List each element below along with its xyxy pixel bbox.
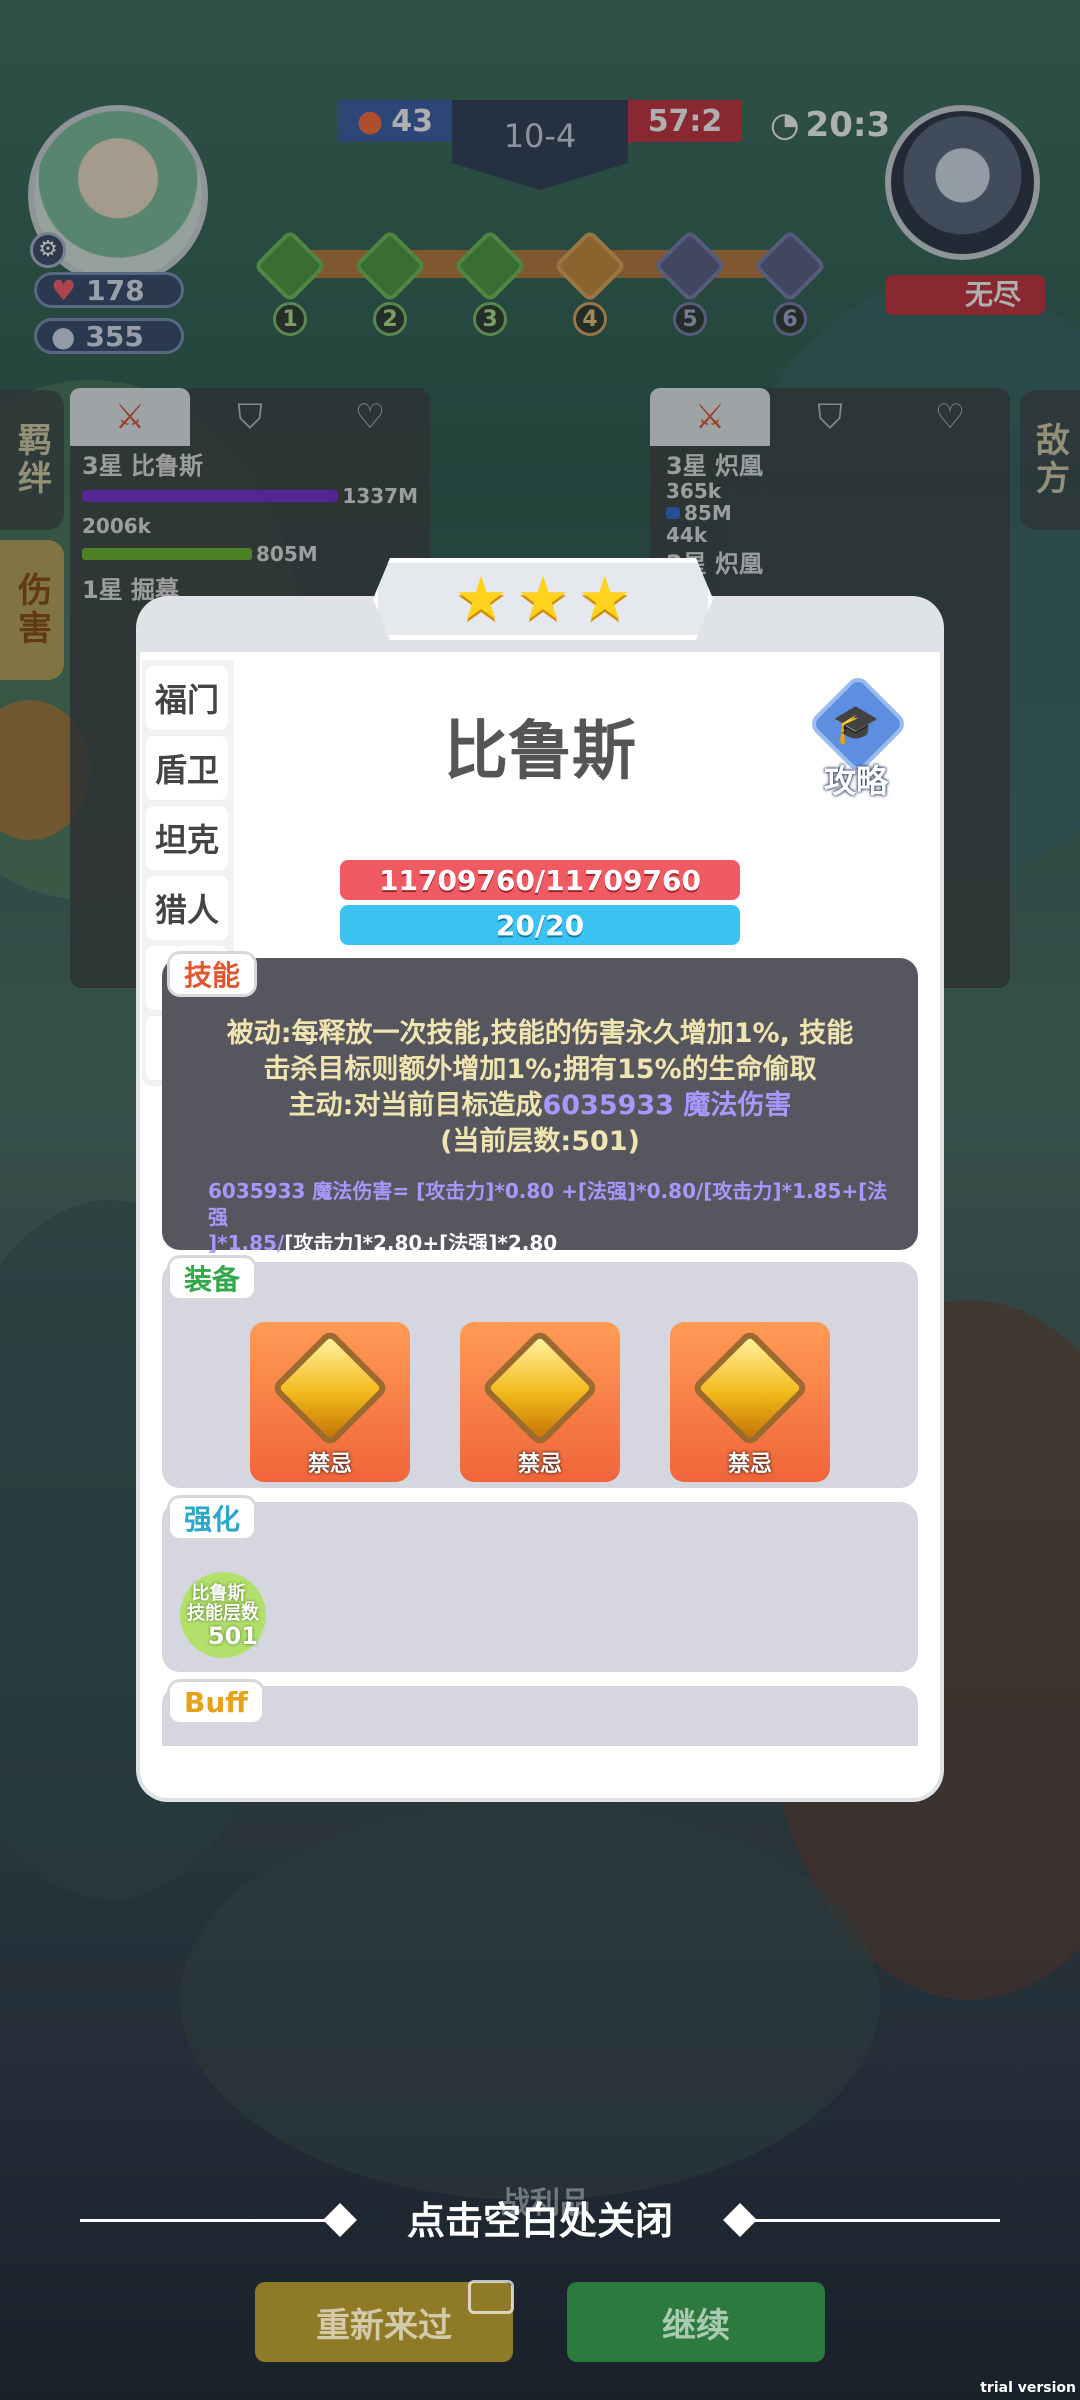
menu-item-dunwei[interactable]: 盾卫 — [146, 736, 228, 800]
badge-line: 比鲁斯_ — [191, 1583, 255, 1604]
restart-label: 重新来过 — [316, 2305, 452, 2346]
skill-damage-highlight: 6035933 魔法伤害 — [542, 1090, 792, 1121]
formula-part: [攻击力]*2.80+[法强]*2.80 — [284, 1231, 558, 1255]
equipment-name: 禁忌 — [727, 1452, 772, 1477]
hero-name: 比鲁斯 — [444, 715, 636, 789]
guide-label: 攻略 — [823, 762, 888, 800]
buff-section: Buff — [162, 1682, 918, 1746]
star-icon: ★ — [577, 564, 632, 634]
badge-line: 技能层数 — [187, 1603, 259, 1624]
formula-line: 6035933 魔法伤害= [攻击力]*0.80 +[法强]*0.80/[攻击力… — [208, 1179, 888, 1229]
equipment-slot[interactable]: 禁忌 — [460, 1322, 620, 1482]
gem-icon — [270, 1328, 390, 1448]
equipment-name: 禁忌 — [307, 1452, 352, 1477]
divider-line — [80, 2219, 336, 2222]
hero-hp-bar: 11709760/11709760 — [340, 860, 740, 900]
star-icon: ★ — [516, 564, 570, 634]
hero-mp-value: 20/20 — [495, 908, 585, 942]
video-ad-icon — [468, 2280, 514, 2314]
equipment-slot[interactable]: 禁忌 — [670, 1322, 830, 1482]
enhance-tag: 强化 — [170, 1498, 255, 1538]
star-icon: ★ — [454, 564, 509, 634]
skill-tag: 技能 — [170, 954, 255, 994]
skill-line: 被动:每释放一次技能,技能的伤害永久增加1%, 技能 — [226, 1018, 854, 1049]
divider-line — [744, 2219, 1000, 2222]
badge-number: 501 — [207, 1622, 258, 1650]
skill-section: 技能 被动:每释放一次技能,技能的伤害永久增加1%, 技能 击杀目标则额外增加1… — [162, 954, 918, 1255]
skill-line: 主动:对当前目标造成6035933 魔法伤害 — [182, 1088, 898, 1124]
guide-button[interactable]: 🎓 攻略 — [800, 673, 912, 800]
skill-line: 击杀目标则额外增加1%;拥有15%的生命偷取 — [263, 1054, 817, 1085]
gem-icon — [480, 1328, 600, 1448]
skill-formula: 6035933 魔法伤害= [攻击力]*0.80 +[法强]*0.80/[攻击力… — [208, 1178, 888, 1256]
close-hint[interactable]: 点击空白处关闭 — [0, 2190, 1080, 2250]
skill-description: 被动:每释放一次技能,技能的伤害永久增加1%, 技能 击杀目标则额外增加1%;拥… — [182, 1016, 898, 1160]
star-rating-banner: ★ ★ ★ — [373, 558, 713, 640]
skill-active-prefix: 主动:对当前目标造成 — [288, 1090, 543, 1121]
formula-line: ]*1.85/[攻击力]*2.80+[法强]*2.80 — [208, 1230, 888, 1256]
equipment-section: 装备 禁忌 禁忌 禁忌 — [162, 1258, 918, 1488]
skill-stack-badge[interactable]: 比鲁斯_ 技能层数 501 — [180, 1572, 266, 1658]
continue-label: 继续 — [662, 2305, 730, 2346]
close-hint-text: 点击空白处关闭 — [406, 2199, 673, 2243]
hero-mp-bar: 20/20 — [340, 905, 740, 945]
menu-item-lieren[interactable]: 猎人 — [146, 876, 228, 940]
buff-tag: Buff — [170, 1682, 262, 1722]
equipment-slot[interactable]: 禁忌 — [250, 1322, 410, 1482]
equipment-tag: 装备 — [170, 1258, 255, 1298]
graduation-cap-icon: 🎓 — [832, 702, 880, 746]
gem-icon — [690, 1328, 810, 1448]
menu-item-tanke[interactable]: 坦克 — [146, 806, 228, 870]
trial-watermark: trial version — [980, 2380, 1076, 2396]
formula-part: ]*1.85/ — [208, 1231, 285, 1255]
hero-hp-value: 11709760/11709760 — [379, 863, 701, 897]
equipment-name: 禁忌 — [517, 1452, 562, 1477]
skill-line: (当前层数:501) — [440, 1126, 640, 1157]
menu-item-fumen[interactable]: 福门 — [146, 666, 228, 730]
continue-button[interactable]: 继续 — [567, 2282, 825, 2362]
enhance-section: 强化 比鲁斯_ 技能层数 501 — [162, 1498, 918, 1672]
